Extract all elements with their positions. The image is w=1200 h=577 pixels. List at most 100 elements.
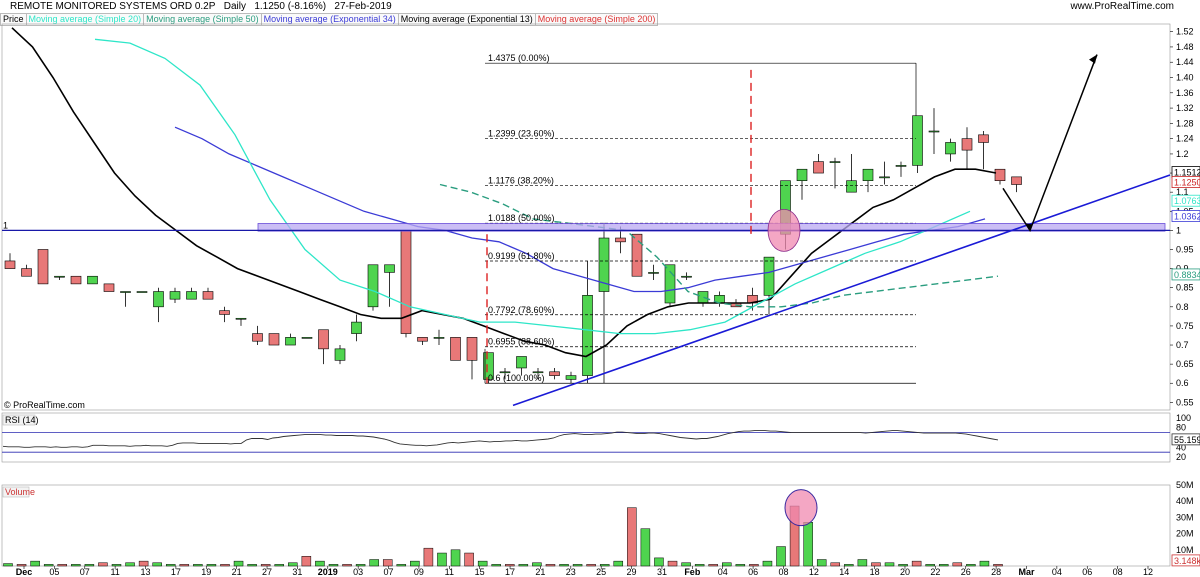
candle bbox=[879, 161, 890, 185]
x-tick-label: 12 bbox=[1143, 567, 1153, 577]
candle bbox=[37, 249, 49, 285]
candle-body bbox=[54, 275, 65, 278]
candle bbox=[549, 367, 560, 380]
candle-body bbox=[978, 134, 989, 143]
candle-body bbox=[1011, 176, 1022, 185]
volume-bar bbox=[993, 564, 1003, 567]
candle-body bbox=[763, 256, 775, 296]
rising-trendline bbox=[512, 174, 1171, 407]
volume-bar bbox=[694, 564, 705, 567]
x-tick-label: 12 bbox=[809, 567, 819, 577]
volume-bar bbox=[437, 552, 447, 567]
volume-bar bbox=[301, 556, 312, 567]
volume-bar bbox=[152, 562, 162, 567]
volume-bar bbox=[830, 562, 841, 567]
candle-body bbox=[961, 138, 973, 151]
candle bbox=[87, 275, 98, 285]
candle bbox=[598, 222, 610, 384]
x-tick-label: 13 bbox=[141, 567, 151, 577]
candle-body bbox=[994, 168, 1006, 181]
candle bbox=[994, 168, 1006, 185]
x-tick-label: 09 bbox=[414, 567, 424, 577]
volume-bar bbox=[816, 559, 827, 567]
candle-body bbox=[417, 337, 428, 342]
candle bbox=[912, 115, 923, 174]
candle bbox=[252, 325, 263, 346]
candle bbox=[450, 337, 461, 361]
volume-bar bbox=[382, 559, 393, 567]
volume-bar bbox=[966, 564, 976, 567]
candle bbox=[4, 253, 16, 269]
candle bbox=[202, 287, 214, 300]
volume-bar bbox=[260, 564, 271, 567]
price-marker-label: 1.0362 bbox=[1174, 212, 1200, 222]
candle bbox=[862, 168, 874, 193]
volume-bar bbox=[491, 564, 501, 567]
volume-title: Volume bbox=[5, 487, 35, 497]
rsi-tick-label: 20 bbox=[1176, 452, 1186, 462]
x-tick-label: 20 bbox=[900, 567, 910, 577]
candle bbox=[945, 138, 956, 162]
candle-body bbox=[186, 291, 197, 300]
candle bbox=[714, 291, 725, 307]
volume-bar bbox=[844, 564, 854, 567]
candle-body bbox=[928, 130, 940, 133]
volume-bar bbox=[952, 562, 963, 567]
volume-bar bbox=[559, 564, 569, 567]
x-tick-label: 04 bbox=[1052, 567, 1062, 577]
rsi-line bbox=[2, 430, 999, 448]
y-tick-label: 0.7 bbox=[1176, 340, 1189, 350]
volume-bar bbox=[288, 562, 298, 567]
x-tick-label: 26 bbox=[961, 567, 971, 577]
volume-bar bbox=[220, 564, 230, 567]
candle bbox=[928, 108, 940, 154]
candle-body bbox=[37, 249, 49, 285]
rsi-tick-label: 100 bbox=[1176, 413, 1191, 423]
x-tick-label: 07 bbox=[80, 567, 90, 577]
volume-bar bbox=[3, 563, 13, 567]
volume-bar bbox=[722, 562, 732, 567]
candle-body bbox=[153, 291, 164, 308]
candle-body bbox=[681, 275, 692, 278]
candle bbox=[186, 287, 197, 300]
candle-body bbox=[268, 333, 280, 346]
candle bbox=[120, 291, 131, 307]
y-tick-label: 0.75 bbox=[1176, 321, 1194, 331]
candle bbox=[219, 306, 230, 323]
candle bbox=[813, 153, 824, 174]
volume-bar bbox=[477, 560, 488, 567]
candle bbox=[318, 329, 329, 365]
candle bbox=[846, 153, 857, 193]
candle-body bbox=[103, 283, 115, 292]
volume-bar bbox=[857, 559, 868, 567]
candle-body bbox=[252, 333, 263, 342]
volume-tick-label: 20M bbox=[1176, 529, 1194, 539]
candle bbox=[829, 157, 841, 189]
candle-body bbox=[862, 168, 874, 181]
candle-body bbox=[846, 180, 857, 193]
candle-body bbox=[235, 317, 247, 320]
candle-body bbox=[285, 337, 296, 346]
volume-bar bbox=[98, 562, 108, 567]
candle-body bbox=[351, 321, 362, 334]
volume-bar bbox=[165, 564, 176, 567]
candle bbox=[384, 264, 395, 307]
candle-body bbox=[87, 275, 98, 285]
candle bbox=[400, 230, 412, 338]
volume-bar bbox=[355, 564, 366, 567]
candle bbox=[631, 233, 643, 277]
candle-body bbox=[367, 264, 379, 308]
candle bbox=[648, 264, 659, 281]
volume-bar bbox=[315, 560, 325, 567]
volume-bar bbox=[803, 522, 813, 567]
fib-label: 1.4375 (0.00%) bbox=[488, 53, 550, 63]
candle-body bbox=[697, 291, 709, 304]
volume-bar bbox=[396, 564, 407, 567]
volume-bar bbox=[84, 564, 95, 567]
candle-body bbox=[384, 264, 395, 273]
candle-body bbox=[4, 260, 16, 269]
volume-bar bbox=[654, 557, 664, 567]
candle-body bbox=[21, 268, 32, 277]
y-tick-label: 0.65 bbox=[1176, 359, 1194, 369]
candle-body bbox=[169, 291, 181, 300]
